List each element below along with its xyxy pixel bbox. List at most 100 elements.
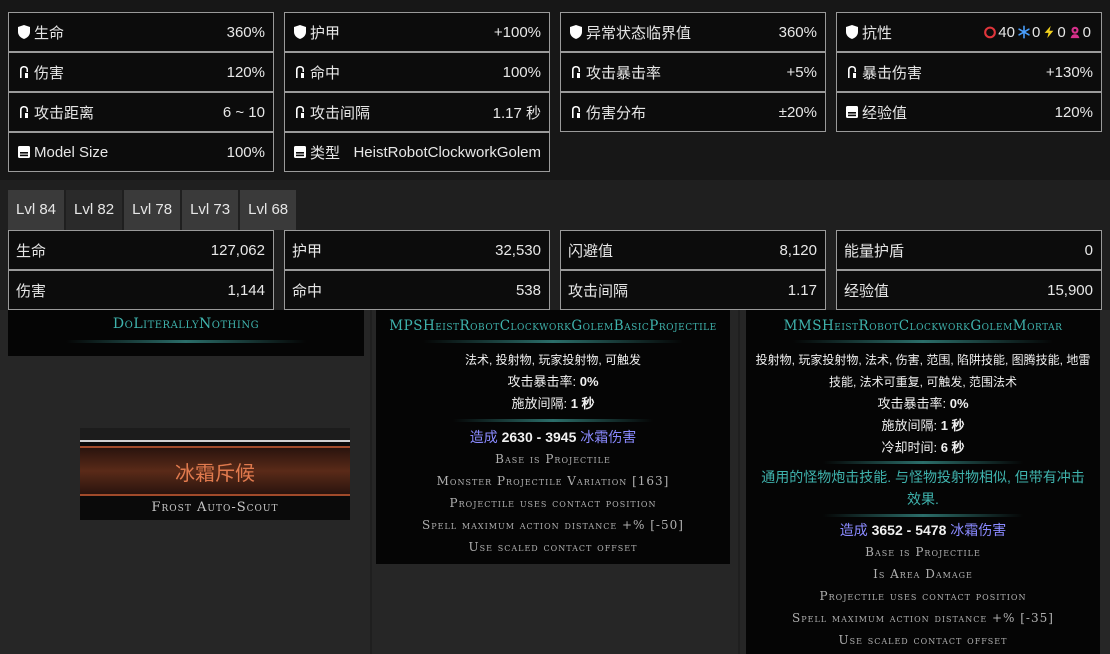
skill-card-do-nothing: DoLiterallyNothing bbox=[8, 310, 364, 356]
stat-label-text: 攻击间隔 bbox=[310, 104, 371, 122]
stat-cell-res: 抗性 40 0 0 0 bbox=[836, 12, 1102, 52]
nameplate-header bbox=[80, 428, 350, 442]
stat-label-text: Model Size bbox=[34, 143, 109, 161]
skill-tags: 法术, 投射物, 玩家投射物, 可触发 bbox=[464, 353, 641, 367]
stat-label: 攻击间隔 bbox=[568, 280, 628, 301]
stat-label: Model Size bbox=[16, 144, 108, 161]
section-divider bbox=[823, 461, 1023, 464]
mod-line: Projectile uses contact position bbox=[449, 496, 657, 510]
fist-icon bbox=[16, 104, 32, 120]
stat-value: 8,120 bbox=[779, 241, 817, 259]
shield-icon bbox=[292, 24, 308, 40]
stat-cell-spread: 伤害分布 ±20% bbox=[560, 92, 826, 132]
fist-icon bbox=[844, 64, 860, 80]
fist-icon bbox=[568, 64, 584, 80]
monster-name-en: Frost Auto-Scout bbox=[151, 500, 279, 515]
stat-value: 100% bbox=[226, 143, 265, 161]
title-divider bbox=[66, 340, 306, 343]
stat-value: 32,530 bbox=[495, 241, 541, 259]
snowflake-icon bbox=[1017, 25, 1031, 39]
title-divider bbox=[793, 340, 1053, 343]
resistance-value: 0 bbox=[1057, 23, 1066, 41]
book-icon bbox=[292, 144, 308, 160]
stat-value: 360% bbox=[226, 23, 265, 41]
damage-line: 造成 2630 - 3945 冰霜伤害 bbox=[469, 429, 637, 445]
stat-cell-type: 类型 HeistRobotClockworkGolem bbox=[284, 132, 550, 172]
stat-label: 异常状态临界值 bbox=[568, 22, 691, 43]
stat-value: 120% bbox=[1054, 103, 1093, 121]
resistance-value: 0 bbox=[1031, 23, 1041, 41]
stat-cell-armour: 护甲 +100% bbox=[284, 12, 550, 52]
stat-label-text: 伤害 bbox=[16, 282, 47, 300]
stat-cell-exp: 经验值 120% bbox=[836, 92, 1102, 132]
fist-icon bbox=[568, 104, 584, 120]
stat-label: 能量护盾 bbox=[844, 240, 904, 261]
stat-cell-life: 生命 360% bbox=[8, 12, 274, 52]
stat-label-text: 经验值 bbox=[862, 104, 908, 122]
tab-lvl-78[interactable]: Lvl 78 bbox=[124, 190, 181, 230]
stat-label-text: 类型 bbox=[310, 144, 341, 162]
mod-line: Use scaled contact offset bbox=[468, 540, 638, 554]
stat-label: 闪避值 bbox=[568, 240, 613, 261]
stat-label: 经验值 bbox=[844, 102, 907, 123]
level-stat-cell: 闪避值 8,120 bbox=[560, 230, 826, 270]
monster-name-cn: 冰霜斥候 bbox=[80, 446, 350, 496]
book-icon bbox=[844, 104, 860, 120]
stat-value: 0 bbox=[1084, 241, 1093, 259]
stat-label-text: 异常状态临界值 bbox=[586, 24, 692, 42]
monster-nameplate: 冰霜斥候 Frost Auto-Scout bbox=[80, 428, 350, 520]
tab-lvl-84[interactable]: Lvl 84 bbox=[8, 190, 65, 230]
tab-lvl-68[interactable]: Lvl 68 bbox=[240, 190, 297, 230]
resistance-values: 40 0 0 0 bbox=[983, 24, 1093, 41]
stat-label: 伤害分布 bbox=[568, 102, 646, 123]
stat-label-text: 暴击伤害 bbox=[862, 64, 923, 82]
skill-title: DoLiterallyNothing bbox=[112, 316, 260, 332]
stat-cell-ailment: 异常状态临界值 360% bbox=[560, 12, 826, 52]
stat-label: 生命 bbox=[16, 22, 64, 43]
stat-label-text: 命中 bbox=[310, 64, 341, 82]
mod-line: Base is Projectile bbox=[865, 545, 981, 559]
skill-description-1: 通用的怪物炮击技能. 与怪物投射物相似, 但带有冲击 bbox=[761, 469, 1085, 485]
stat-label-text: 命中 bbox=[292, 282, 323, 300]
stat-label-text: 闪避值 bbox=[568, 242, 614, 260]
fist-icon bbox=[16, 64, 32, 80]
tab-lvl-82[interactable]: Lvl 82 bbox=[66, 190, 123, 230]
stat-value: 100% bbox=[502, 63, 541, 81]
stat-cell-model: Model Size 100% bbox=[8, 132, 274, 172]
cast-stat: 施放间隔: 1 秒 bbox=[881, 418, 965, 433]
stat-label: 生命 bbox=[16, 240, 46, 261]
stat-label-text: 伤害 bbox=[34, 64, 65, 82]
stat-cell-accuracy: 命中 100% bbox=[284, 52, 550, 92]
section-divider bbox=[453, 419, 653, 422]
stat-value: 1,144 bbox=[227, 281, 265, 299]
mod-line: Spell maximum action distance +% [-50] bbox=[422, 518, 684, 532]
stat-label: 护甲 bbox=[292, 240, 322, 261]
stat-label: 暴击伤害 bbox=[844, 62, 922, 83]
stat-label: 抗性 bbox=[844, 22, 892, 43]
fist-icon bbox=[292, 64, 308, 80]
level-stat-cell: 命中 538 bbox=[284, 270, 550, 310]
level-stat-cell: 伤害 1,144 bbox=[8, 270, 274, 310]
shield-icon bbox=[844, 24, 860, 40]
damage-line: 造成 3652 - 5478 冰霜伤害 bbox=[839, 522, 1007, 538]
stat-cell-crit: 攻击暴击率 +5% bbox=[560, 52, 826, 92]
title-divider bbox=[423, 340, 683, 343]
stat-label: 命中 bbox=[292, 62, 340, 83]
stat-label-text: 生命 bbox=[16, 242, 47, 260]
stat-label-text: 抗性 bbox=[862, 24, 893, 42]
level-stat-cell: 经验值 15,900 bbox=[836, 270, 1102, 310]
stat-value: HeistRobotClockworkGolem bbox=[353, 143, 541, 161]
mod-line: Monster Projectile Variation [163] bbox=[436, 474, 670, 488]
stat-label: 命中 bbox=[292, 280, 322, 301]
crit-stat: 攻击暴击率: 0% bbox=[507, 374, 599, 389]
level-tabs: Lvl 84 Lvl 82 Lvl 78 Lvl 73 Lvl 68 bbox=[8, 190, 297, 230]
stat-label: 伤害 bbox=[16, 280, 46, 301]
tab-lvl-73[interactable]: Lvl 73 bbox=[182, 190, 239, 230]
skill-title: MPSHeistRobotClockworkGolemBasicProjecti… bbox=[389, 318, 717, 334]
stat-cell-critdmg: 暴击伤害 +130% bbox=[836, 52, 1102, 92]
stat-label: 攻击暴击率 bbox=[568, 62, 661, 83]
level-stat-cell: 护甲 32,530 bbox=[284, 230, 550, 270]
skill-description-2: 效果. bbox=[907, 491, 939, 507]
stat-label: 经验值 bbox=[844, 280, 889, 301]
crit-stat: 攻击暴击率: 0% bbox=[877, 396, 969, 411]
